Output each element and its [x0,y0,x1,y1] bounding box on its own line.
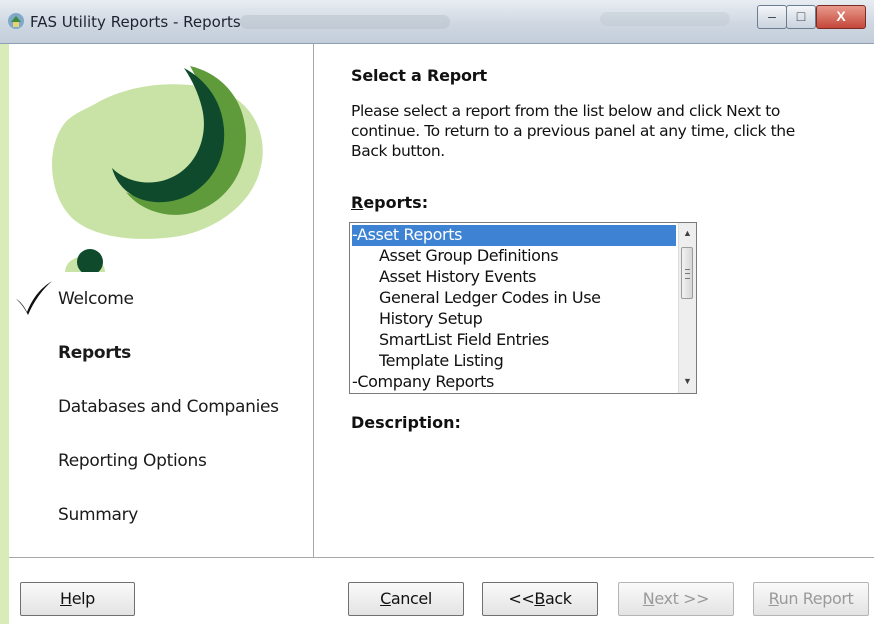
report-item[interactable]: Template Listing [352,351,676,372]
report-item[interactable]: General Ledger Codes in Use [352,288,676,309]
listbox-scrollbar[interactable]: ▲ ▼ [678,223,696,393]
step-welcome: Welcome [58,289,134,309]
help-button[interactable]: Help [20,582,135,616]
pane-divider [313,44,314,557]
footer-divider-highlight [9,558,874,559]
left-edge-strip [0,44,9,624]
minimize-icon: – [768,8,776,24]
report-item[interactable]: History Setup [352,309,676,330]
maximize-icon: □ [796,8,806,24]
report-group-asset-reports[interactable]: -Asset Reports [352,225,676,246]
app-icon [8,13,24,29]
blurred-region [240,15,450,29]
close-icon: X [836,8,846,24]
logo-graphic [52,66,263,272]
wizard-steps-pane [0,44,313,557]
page-title: Select a Report [351,66,487,85]
description-label: Description: [351,413,461,432]
blurred-region [600,12,730,26]
scroll-up-arrow-icon[interactable]: ▲ [679,225,696,242]
report-group-company-reports[interactable]: -Company Reports [352,372,676,393]
reports-label: Reports: [351,193,429,212]
window-title: FAS Utility Reports - Reports [30,13,241,31]
scroll-down-arrow-icon[interactable]: ▼ [679,373,696,390]
report-item[interactable]: Asset Group Definitions [352,246,676,267]
close-button[interactable]: X [816,5,866,29]
instructions-text: Please select a report from the list bel… [351,102,795,160]
next-button[interactable]: Next >> [618,582,734,616]
step-reporting-options: Reporting Options [58,451,207,471]
back-button[interactable]: <<Back [482,582,598,616]
step-databases-and-companies: Databases and Companies [58,397,279,417]
maximize-button[interactable]: □ [786,5,816,29]
checkmark-icon [16,281,52,315]
cancel-button[interactable]: Cancel [348,582,464,616]
title-bar[interactable]: FAS Utility Reports - Reports – □ X [0,0,874,44]
reports-listbox[interactable]: -Asset Reports Asset Group Definitions A… [349,222,697,394]
step-reports: Reports [58,343,131,363]
minimize-button[interactable]: – [757,5,787,29]
grip-icon [685,269,690,279]
step-summary: Summary [58,505,139,525]
report-item[interactable]: Asset History Events [352,267,676,288]
report-item[interactable]: SmartList Field Entries [352,330,676,351]
scrollbar-thumb[interactable] [681,247,693,299]
run-report-button[interactable]: Run Report [753,582,869,616]
